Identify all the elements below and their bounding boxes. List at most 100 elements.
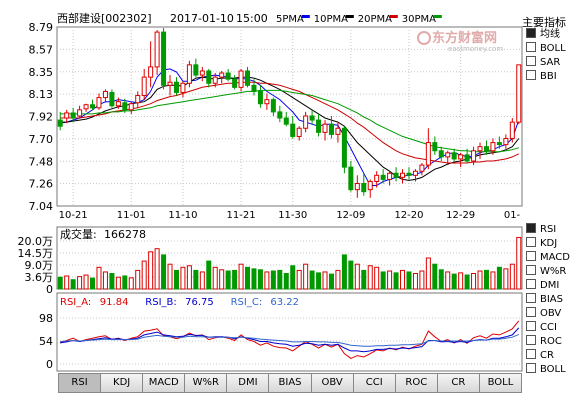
indicator-label: BOLL [540, 364, 566, 375]
indicator-label: MACD [540, 252, 570, 263]
indicator-label: RSI [540, 224, 557, 235]
candle-body [425, 142, 431, 166]
candle-body [219, 72, 225, 78]
candle-body [438, 150, 444, 158]
checkbox-icon[interactable] [526, 251, 536, 261]
chart-canvas: 8.79 8.57 8.35 8.13 7.92 7.70 7.48 7.26 7.04 10-… [18, 11, 523, 372]
checkbox-icon[interactable] [526, 293, 536, 303]
tab-bias[interactable]: BIAS [269, 373, 312, 393]
watermark-en: eastmoney.com [448, 45, 503, 53]
sub-indicator-boll[interactable]: BOLL [522, 363, 586, 376]
checkbox-icon[interactable] [526, 223, 536, 233]
volume-bar [335, 269, 341, 290]
checkbox-icon[interactable] [526, 237, 536, 247]
volume-bar [238, 263, 244, 290]
stock-chart-widget: 8.79 8.57 8.35 8.13 7.92 7.70 7.48 7.26 7.04 10-… [0, 0, 586, 405]
volume-bar [458, 272, 464, 290]
tab-kdj[interactable]: KDJ [101, 373, 144, 393]
main-indicator-sar[interactable]: SAR [522, 56, 586, 69]
sub-indicator-cr[interactable]: CR [522, 349, 586, 362]
candle-body [167, 81, 173, 86]
volume-bar [432, 263, 438, 290]
checkbox-icon[interactable] [526, 279, 536, 289]
candle-body [393, 172, 399, 178]
volume-bar [251, 268, 257, 290]
checkbox-icon[interactable] [526, 335, 536, 345]
tab-macd[interactable]: MACD [143, 373, 186, 393]
main-indicator-bbi[interactable]: BBI [522, 70, 586, 83]
volume-bar [477, 270, 483, 290]
volume-bar [348, 260, 354, 290]
volume-bar [186, 265, 192, 290]
candle-body [328, 123, 334, 135]
volume-bar [367, 265, 373, 290]
checkbox-icon[interactable] [526, 42, 536, 52]
price-y-tick-label: 8.35 [29, 66, 54, 79]
date-tick-label: 10-21 [59, 210, 88, 221]
sub-indicator-macd[interactable]: MACD [522, 251, 586, 264]
volume-bar [180, 266, 186, 290]
sub-indicator-obv[interactable]: OBV [522, 307, 586, 320]
candle-body [102, 90, 108, 99]
tab-dmi[interactable]: DMI [227, 373, 270, 393]
ma-legend-label: 20PMA [358, 14, 392, 25]
volume-bar [270, 270, 276, 290]
sub-indicator-cci[interactable]: CCI [522, 321, 586, 334]
candle-body [348, 166, 354, 191]
ma-legend-label: 30PMA [402, 14, 436, 25]
volume-bar [483, 269, 489, 290]
candle-body [186, 64, 192, 84]
candle-body [509, 121, 515, 139]
main-indicator-boll[interactable]: BOLL [522, 42, 586, 55]
tab-obv[interactable]: OBV [311, 373, 354, 393]
date-tick-label: 11-10 [168, 210, 197, 221]
volume-bar [490, 271, 496, 290]
checkbox-icon[interactable] [526, 363, 536, 373]
indicator-tab-bar: RSI KDJ MACD W%R DMI BIAS OBV CCI ROC CR BOLL [58, 373, 523, 393]
checkbox-icon[interactable] [526, 321, 536, 331]
volume-bar [471, 273, 477, 290]
checkbox-icon[interactable] [526, 349, 536, 359]
sub-indicator-roc[interactable]: ROC [522, 335, 586, 348]
checkbox-icon[interactable] [526, 307, 536, 317]
volume-bar [245, 266, 251, 290]
indicator-label: BBI [540, 71, 557, 82]
sub-indicator-bias[interactable]: BIAS [522, 293, 586, 306]
volume-bar [341, 254, 347, 290]
date-axis: 10-21 11-01 11-10 11-21 11-30 12-09 12-20 12-29… [59, 210, 521, 221]
candle-body [296, 127, 302, 137]
candle-body [264, 99, 270, 105]
date-tick-label: 11-21 [227, 210, 256, 221]
candle-body [361, 182, 367, 193]
volume-bar [419, 270, 425, 290]
volume-y-axis: 20.0万14.5万9.0万3.6万0 [18, 235, 54, 296]
watermark-cn: 东方财富网 [432, 30, 497, 46]
indicator-label: SAR [540, 57, 561, 68]
candle-body [257, 90, 263, 105]
tab-cr[interactable]: CR [437, 373, 480, 393]
sub-indicator-rsi[interactable]: RSI [522, 223, 586, 236]
sub-indicator-kdj[interactable]: KDJ [522, 237, 586, 250]
volume-bar [141, 260, 147, 290]
sub-indicator-wpctr[interactable]: W%R [522, 265, 586, 278]
checkbox-icon[interactable] [526, 56, 536, 66]
tab-boll[interactable]: BOLL [479, 373, 523, 393]
indicator-label: CCI [540, 322, 557, 333]
tab-wpctr[interactable]: W%R [185, 373, 228, 393]
tab-roc[interactable]: ROC [395, 373, 438, 393]
main-indicator-均线[interactable]: 均线 [522, 28, 586, 41]
candle-body [232, 78, 238, 88]
volume-bar [148, 251, 154, 290]
sub-indicator-dmi[interactable]: DMI [522, 279, 586, 292]
candle-body [212, 76, 218, 84]
checkbox-icon[interactable] [526, 28, 536, 38]
volume-bar [122, 275, 128, 290]
checkbox-icon[interactable] [526, 70, 536, 80]
rsi-legend-value: 91.84 [100, 297, 129, 308]
candle-body [290, 123, 296, 137]
candle-body [283, 117, 289, 125]
volume-bar [406, 271, 412, 290]
tab-cci[interactable]: CCI [353, 373, 396, 393]
tab-rsi[interactable]: RSI [58, 373, 102, 393]
checkbox-icon[interactable] [526, 265, 536, 275]
